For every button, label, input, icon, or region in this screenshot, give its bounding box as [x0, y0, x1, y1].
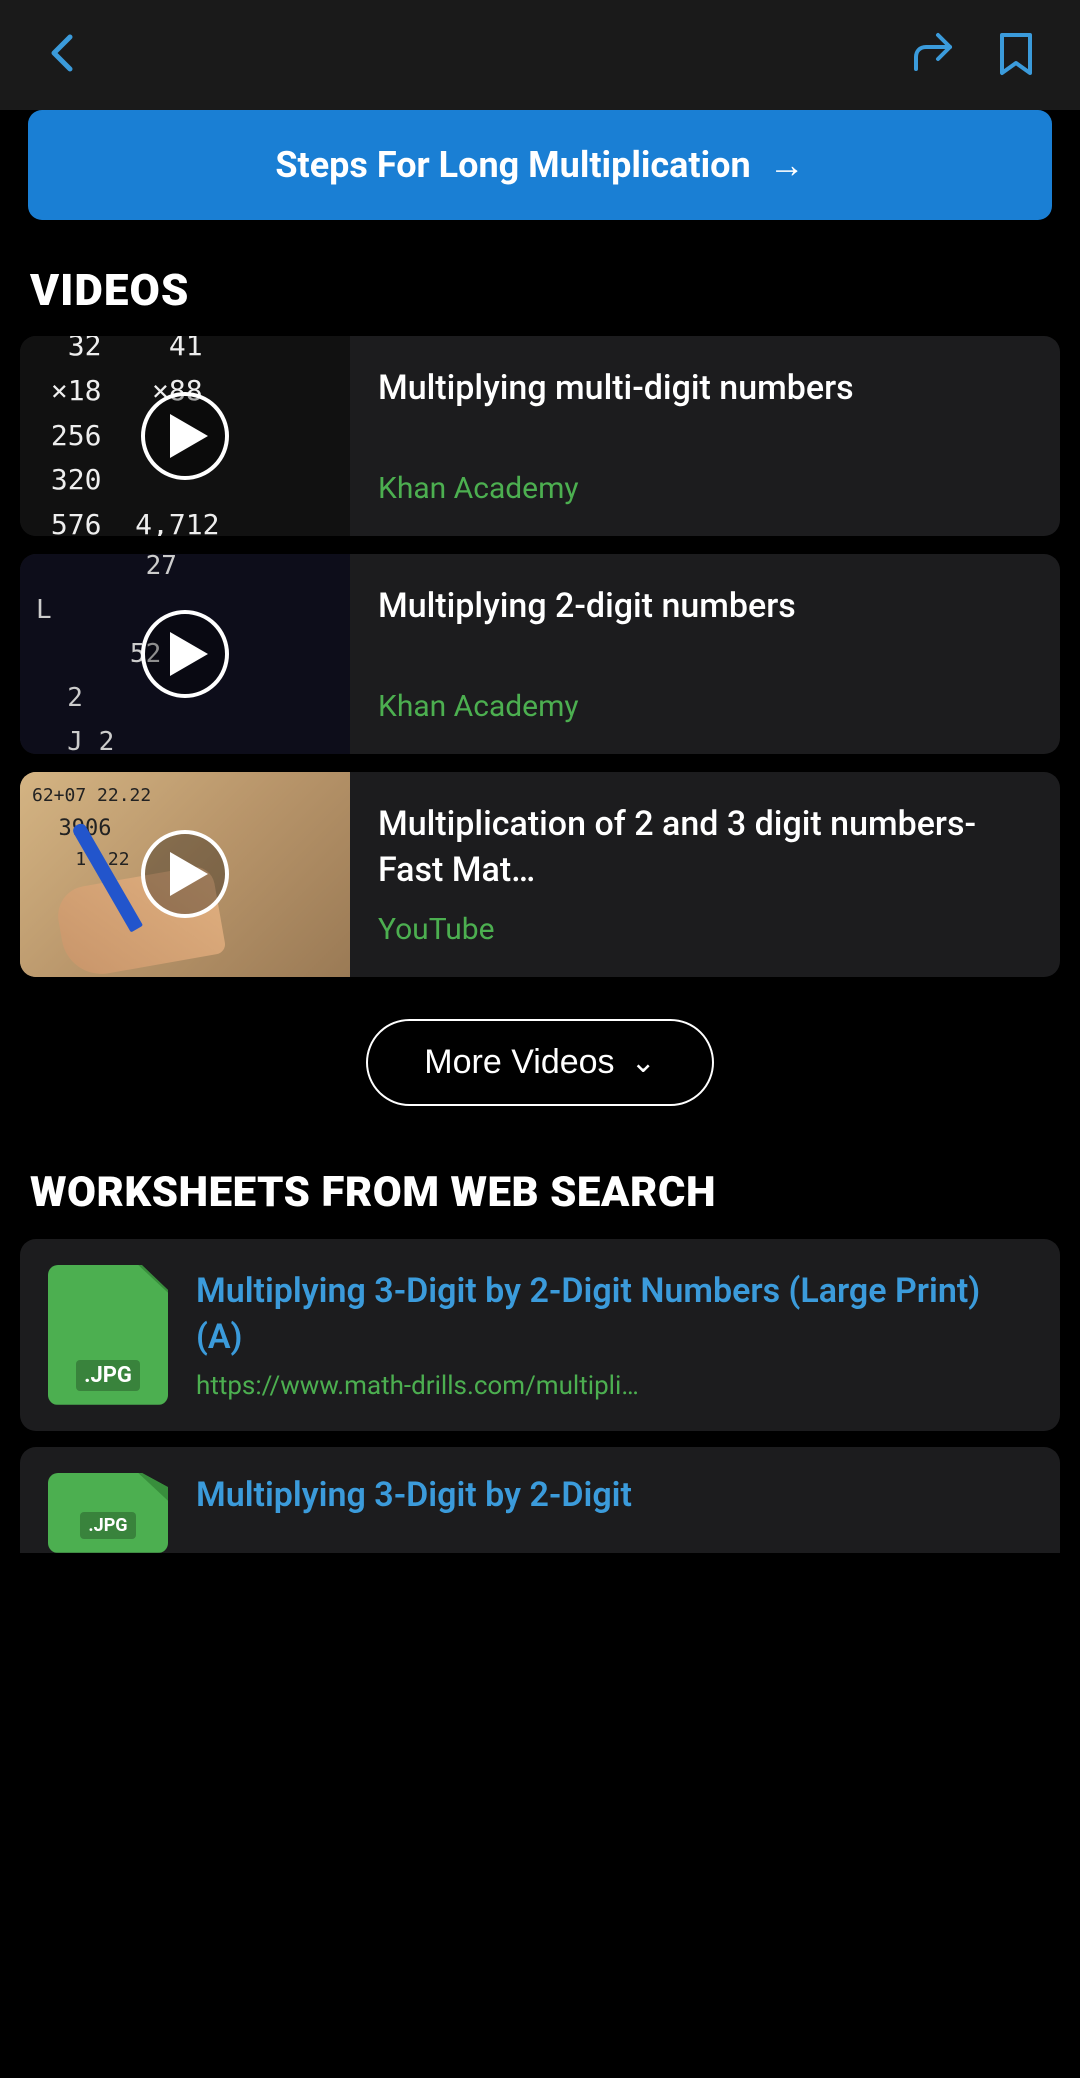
play-button-1[interactable] — [141, 392, 229, 480]
steps-button-arrow: → — [769, 144, 805, 186]
file-type-label-1: .JPG — [76, 1360, 140, 1391]
worksheet-card[interactable]: .JPG Multiplying 3-Digit by 2-Digit Numb… — [20, 1239, 1060, 1431]
play-triangle-icon — [170, 414, 208, 458]
video-thumbnail-3: 62+07 22.22 3906 1'_22 — [20, 772, 350, 977]
video-list: 32 41 ×18 ×88 256 320 576 4,712 Multiply… — [0, 336, 1080, 977]
video-card[interactable]: 27 L 52 2 J 2 Multiplying 2-digit number… — [20, 554, 1060, 754]
play-triangle-icon — [170, 632, 208, 676]
worksheet-info-1: Multiplying 3-Digit by 2-Digit Numbers (… — [196, 1269, 1032, 1401]
steps-button[interactable]: Steps For Long Multiplication → — [28, 110, 1052, 220]
bookmark-icon — [992, 29, 1040, 77]
worksheets-section-title: WORKSHEETS FROM WEB SEARCH — [0, 1148, 1080, 1239]
worksheet-info-2: Multiplying 3-Digit by 2-Digit — [196, 1473, 1032, 1519]
play-button-3[interactable] — [141, 830, 229, 918]
top-bar-actions — [908, 29, 1040, 81]
video-title-2: Multiplying 2-digit numbers — [378, 584, 1032, 630]
file-icon-2: .JPG — [48, 1473, 168, 1553]
bookmark-button[interactable] — [992, 29, 1040, 81]
steps-button-label: Steps For Long Multiplication — [275, 144, 750, 186]
more-videos-label: More Videos — [424, 1043, 614, 1082]
top-bar — [0, 0, 1080, 110]
file-corner — [138, 1265, 168, 1293]
chevron-down-icon: ⌄ — [631, 1045, 656, 1080]
video-card[interactable]: 32 41 ×18 ×88 256 320 576 4,712 Multiply… — [20, 336, 1060, 536]
video-thumbnail-1: 32 41 ×18 ×88 256 320 576 4,712 — [20, 336, 350, 536]
video-info-1: Multiplying multi-digit numbers Khan Aca… — [350, 336, 1060, 536]
play-button-2[interactable] — [141, 610, 229, 698]
more-videos-wrap: More Videos ⌄ — [0, 977, 1080, 1148]
worksheet-url-1: https://www.math-drills.com/multipli… — [196, 1371, 1032, 1401]
share-icon — [908, 29, 956, 77]
worksheet-title-1: Multiplying 3-Digit by 2-Digit Numbers (… — [196, 1269, 1032, 1361]
video-info-2: Multiplying 2-digit numbers Khan Academy — [350, 554, 1060, 754]
play-triangle-icon — [170, 852, 208, 896]
video-title-3: Multiplication of 2 and 3 digit numbers-… — [378, 802, 1032, 894]
file-icon-1: .JPG — [48, 1265, 168, 1405]
videos-section-title: VIDEOS — [0, 220, 1080, 336]
worksheet-card-partial[interactable]: .JPG Multiplying 3-Digit by 2-Digit — [20, 1447, 1060, 1553]
worksheet-list: .JPG Multiplying 3-Digit by 2-Digit Numb… — [0, 1239, 1080, 1553]
video-card[interactable]: 62+07 22.22 3906 1'_22 Multiplication of… — [20, 772, 1060, 977]
back-chevron-icon — [40, 29, 88, 77]
video-source-1: Khan Academy — [378, 471, 1032, 506]
file-type-label-2: .JPG — [80, 1512, 135, 1539]
more-videos-button[interactable]: More Videos ⌄ — [366, 1019, 713, 1106]
back-button[interactable] — [40, 29, 88, 81]
video-title-1: Multiplying multi-digit numbers — [378, 366, 1032, 412]
file-corner — [138, 1473, 168, 1501]
video-source-3: YouTube — [378, 912, 1032, 947]
video-thumbnail-2: 27 L 52 2 J 2 — [20, 554, 350, 754]
worksheet-title-partial: Multiplying 3-Digit by 2-Digit — [196, 1473, 1032, 1519]
video-info-3: Multiplication of 2 and 3 digit numbers-… — [350, 772, 1060, 977]
share-button[interactable] — [908, 29, 956, 81]
video-source-2: Khan Academy — [378, 689, 1032, 724]
